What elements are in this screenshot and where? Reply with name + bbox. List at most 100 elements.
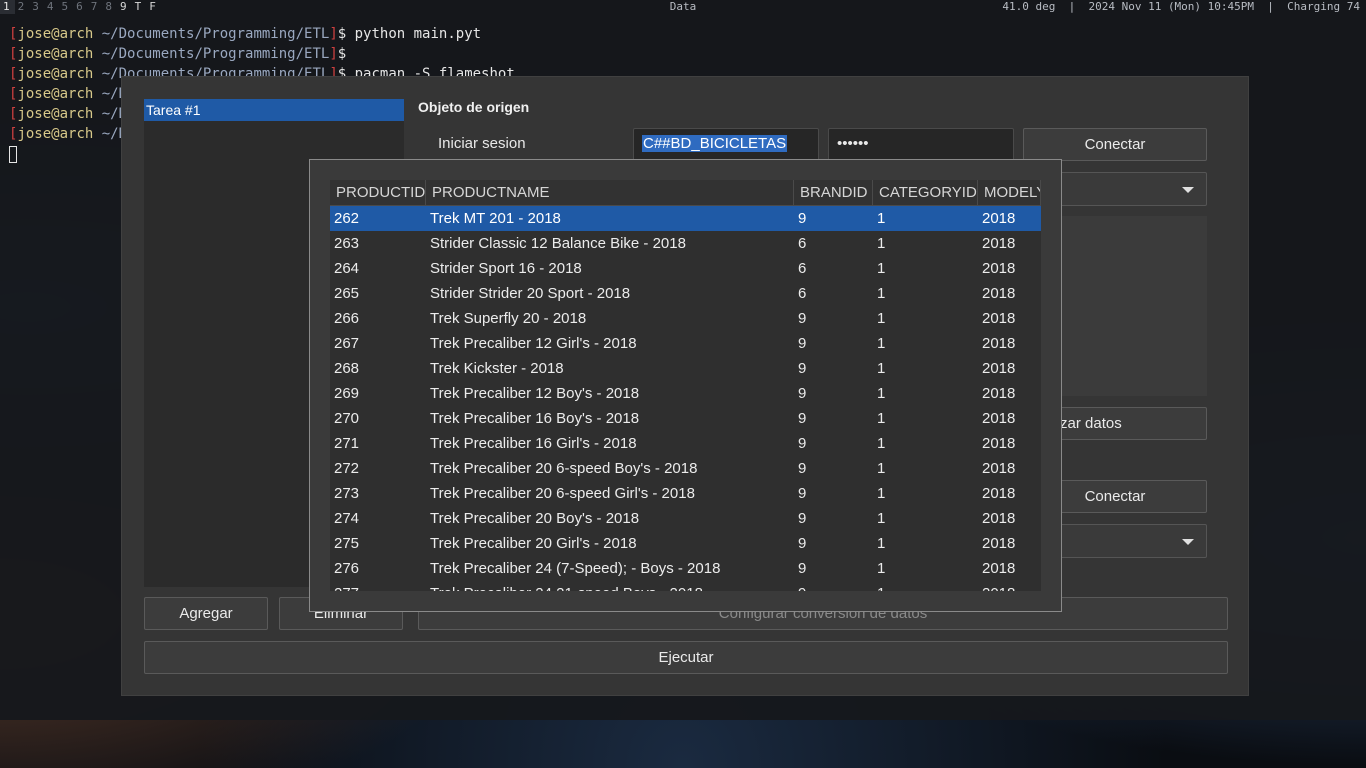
table-cell: 273: [334, 485, 360, 502]
prompt-user: jose@arch: [17, 86, 94, 102]
terminal-cursor: [9, 146, 17, 163]
add-task-button[interactable]: Agregar: [144, 597, 268, 630]
chevron-down-icon: [1182, 539, 1194, 545]
table-cell: 2018: [982, 335, 1016, 352]
table-cell: 1: [877, 385, 886, 402]
table-cell: 1: [877, 260, 886, 277]
table-cell: 1: [877, 435, 886, 452]
table-cell: 9: [798, 385, 807, 402]
prompt-user: jose@arch: [17, 66, 94, 82]
table-row[interactable]: 266 Trek Superfly 20 - 2018 9 1 2018: [330, 306, 1041, 331]
username-field[interactable]: C##BD_BICICLETAS: [633, 128, 819, 161]
prompt-path: ~/Documents/Programming/ETL: [101, 26, 330, 42]
table-cell: 266: [334, 310, 360, 327]
table-row[interactable]: 274 Trek Precaliber 20 Boy's - 2018 9 1 2018: [330, 506, 1041, 531]
table-cell: Strider Strider 20 Sport - 2018: [430, 285, 631, 302]
table-cell: 262: [334, 210, 360, 227]
table-cell: 6: [798, 235, 807, 252]
table-cell: 272: [334, 460, 360, 477]
table-cell: 274: [334, 510, 360, 527]
table-cell: 1: [877, 460, 886, 477]
execute-button[interactable]: Ejecutar: [144, 641, 1228, 674]
table-cell: Trek Precaliber 16 Boy's - 2018: [430, 410, 640, 427]
table-cell: 9: [798, 535, 807, 552]
table-cell: 1: [877, 581, 978, 591]
table-cell: 9: [798, 310, 807, 327]
table-row[interactable]: 268 Trek Kickster - 2018 9 1 2018: [330, 356, 1041, 381]
table-cell: 2018: [982, 560, 1016, 577]
table-cell: Trek Precaliber 20 6-speed Boy's - 2018: [430, 460, 698, 477]
task-item[interactable]: Tarea #1: [144, 99, 404, 121]
table-cell: Trek Precaliber 20 6-speed Girl's - 2018: [430, 485, 695, 502]
table-cell: Trek Precaliber 24 (7-Speed); - Boys - 2…: [430, 560, 721, 577]
column-header-productname[interactable]: PRODUCTNAME: [426, 180, 794, 206]
table-cell: Trek MT 201 - 2018: [430, 210, 561, 227]
column-header-categoryid[interactable]: CATEGORYID: [873, 180, 978, 206]
table-cell: 1: [877, 560, 886, 577]
table-row[interactable]: 267 Trek Precaliber 12 Girl's - 2018 9 1 201…: [330, 331, 1041, 356]
table-cell: 9: [798, 335, 807, 352]
table-cell: 1: [877, 335, 886, 352]
table-row[interactable]: 264 Strider Sport 16 - 2018 6 1 2018: [330, 256, 1041, 281]
table-cell: 9: [798, 410, 807, 427]
prompt-bracket: ]: [329, 46, 338, 62]
table-cell: 1: [877, 510, 886, 527]
table-cell: 268: [334, 360, 360, 377]
prompt-symbol: $: [337, 26, 347, 42]
table-cell: 263: [334, 235, 360, 252]
table-cell: 9: [798, 435, 807, 452]
table-row[interactable]: 263 Strider Classic 12 Balance Bike - 201…: [330, 231, 1041, 256]
table-cell: 2018: [982, 535, 1016, 552]
table-cell: 9: [798, 581, 873, 591]
table-row[interactable]: 262 Trek MT 201 - 2018 9 1 2018: [330, 206, 1041, 231]
connect-button[interactable]: Conectar: [1023, 128, 1207, 161]
table-row[interactable]: 275 Trek Precaliber 20 Girl's - 2018 9 1 201…: [330, 531, 1041, 556]
table-cell: 2018: [982, 260, 1016, 277]
password-field[interactable]: ••••••: [828, 128, 1014, 161]
table-cell: 1: [877, 535, 886, 552]
prompt-path: ~/Documents/Programming/ETL: [101, 46, 330, 62]
table-row[interactable]: 270 Trek Precaliber 16 Boy's - 2018 9 1 2018: [330, 406, 1041, 431]
column-header-modely[interactable]: MODELY: [978, 180, 1041, 206]
table-cell: Strider Classic 12 Balance Bike - 2018: [430, 235, 686, 252]
table-cell: 1: [877, 485, 886, 502]
table-row[interactable]: 269 Trek Precaliber 12 Boy's - 2018 9 1 2018: [330, 381, 1041, 406]
status-bar: 123456789TF Data 41.0 deg | 2024 Nov 11 …: [0, 0, 1366, 14]
table-cell: 9: [798, 460, 807, 477]
table-cell: Trek Precaliber 16 Girl's - 2018: [430, 435, 637, 452]
column-header-productid[interactable]: PRODUCTID: [330, 180, 426, 206]
prompt-user: jose@arch: [17, 46, 94, 62]
table-cell: 1: [877, 310, 886, 327]
data-table[interactable]: PRODUCTID PRODUCTNAME BRANDID CATEGORYID MOD…: [330, 180, 1041, 591]
table-cell: 6: [798, 285, 807, 302]
table-row[interactable]: 277 Trek Precaliber 24 21-speed Boys - 20…: [330, 581, 1041, 591]
table-row[interactable]: 276 Trek Precaliber 24 (7-Speed); - Boys …: [330, 556, 1041, 581]
table-cell: 2018: [982, 360, 1016, 377]
table-cell: 2018: [982, 581, 1041, 591]
table-row[interactable]: 271 Trek Precaliber 16 Girl's - 2018 9 1 201…: [330, 431, 1041, 456]
table-row[interactable]: 265 Strider Strider 20 Sport - 2018 6 1 2018: [330, 281, 1041, 306]
table-cell: 275: [334, 535, 360, 552]
terminal-line: [jose@arch ~/Documents/Programming/ETL]$: [9, 44, 346, 64]
table-cell: 2018: [982, 510, 1016, 527]
table-cell: Strider Sport 16 - 2018: [430, 260, 582, 277]
table-cell: 264: [334, 260, 360, 277]
table-row[interactable]: 272 Trek Precaliber 20 6-speed Boy's - 20…: [330, 456, 1041, 481]
table-cell: 265: [334, 285, 360, 302]
column-header-brandid[interactable]: BRANDID: [794, 180, 873, 206]
table-cell: 276: [334, 560, 360, 577]
system-status: 41.0 deg | 2024 Nov 11 (Mon) 10:45PM | C…: [1002, 0, 1360, 13]
table-cell: 9: [798, 510, 807, 527]
table-cell: 271: [334, 435, 360, 452]
login-label: Iniciar sesion: [438, 135, 526, 152]
table-cell: Trek Precaliber 12 Boy's - 2018: [430, 385, 640, 402]
table-cell: 277: [334, 581, 426, 591]
prompt-user: jose@arch: [17, 106, 94, 122]
table-row[interactable]: 273 Trek Precaliber 20 6-speed Girl's - 2…: [330, 481, 1041, 506]
table-cell: 2018: [982, 460, 1016, 477]
